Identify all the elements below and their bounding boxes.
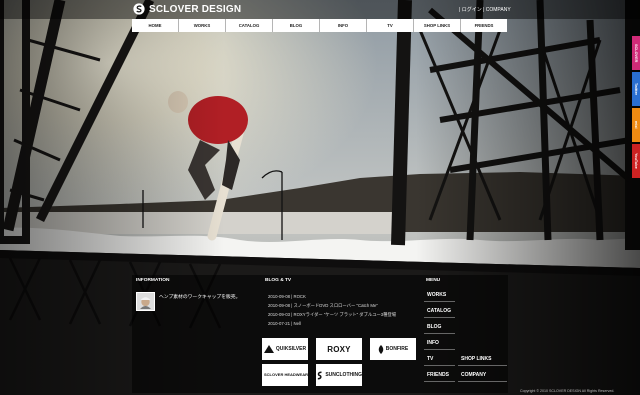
sun-wave-icon — [317, 371, 322, 379]
menu-catalog[interactable]: CATALOG — [424, 305, 455, 318]
main-nav: HOME WORKS CATALOG BLOG INFO TV SHOP LIN… — [132, 19, 507, 32]
blog-item[interactable]: 2010-09-08 | ROCK — [268, 292, 408, 301]
nav-info[interactable]: INFO — [320, 19, 367, 32]
brand-sunclothing[interactable]: SUNCLOTHING — [316, 364, 362, 386]
menu-company[interactable]: COMPANY — [458, 369, 507, 382]
blog-list: 2010-09-08 | ROCK 2010-09-08 | スノーボードDVD… — [268, 292, 408, 328]
brand-label: BONFIRE — [385, 346, 409, 352]
blog-item[interactable]: 2010-09-08 | スノーボードDVD スロローバー "Catch Me" — [268, 301, 408, 310]
brand-label: SUNCLOTHING — [325, 372, 362, 378]
side-tab-youtube[interactable]: YouTube — [632, 144, 640, 178]
nav-tv[interactable]: TV — [367, 19, 414, 32]
brand-sclover-headwear[interactable]: SCLOVER HEADWEAR — [262, 364, 308, 386]
menu-works[interactable]: WORKS — [424, 289, 455, 302]
nav-works[interactable]: WORKS — [179, 19, 226, 32]
footer-menu: WORKS CATALOG BLOG INFO TV SHOP LINKS FR… — [424, 289, 508, 385]
brand-bonfire[interactable]: BONFIRE — [370, 338, 416, 360]
menu-tv[interactable]: TV — [424, 353, 455, 366]
menu-info[interactable]: INFO — [424, 337, 455, 350]
menu-friends[interactable]: FRIENDS — [424, 369, 455, 382]
side-tab-mixi[interactable]: mixi — [632, 108, 640, 142]
nav-blog[interactable]: BLOG — [273, 19, 320, 32]
menu-blog[interactable]: BLOG — [424, 321, 455, 334]
brand-label: SCLOVER HEADWEAR — [264, 371, 309, 377]
nav-friends[interactable]: FRIENDS — [461, 19, 507, 32]
information-title: INFORMATION — [136, 278, 170, 283]
nav-shop-links[interactable]: SHOP LINKS — [414, 19, 461, 32]
nav-home[interactable]: HOME — [132, 19, 179, 32]
blog-tv-title: BLOG & TV — [265, 278, 292, 283]
copyright-text: Copyright © 2010 SCLOVER DESIGN All Righ… — [520, 389, 615, 393]
site-logo[interactable]: SCLOVER DESIGN — [133, 3, 241, 15]
brand-roxy[interactable]: ROXY — [316, 338, 362, 360]
nav-catalog[interactable]: CATALOG — [226, 19, 273, 32]
blog-item[interactable]: 2010-07-21 | Nell — [268, 319, 408, 328]
brand-quiksilver[interactable]: QUIKSILVER — [262, 338, 308, 360]
brand-label: QUIKSILVER — [275, 346, 307, 352]
wave-mountain-icon — [263, 345, 274, 353]
blog-item[interactable]: 2010-09-03 | ROXYライダー "ケーツ ブラット" ダブルユー3種… — [268, 310, 408, 319]
social-side-tabs: SCLOVER Twitter mixi YouTube — [632, 36, 640, 180]
header-bar: SCLOVER DESIGN | ログイン | COMPANY — [0, 0, 640, 19]
information-text[interactable]: ヘンプ素材のワークキャップを販売。 — [159, 293, 240, 300]
brand-label: ROXY — [327, 344, 351, 354]
side-tab-sclover[interactable]: SCLOVER — [632, 36, 640, 70]
side-tab-twitter[interactable]: Twitter — [632, 72, 640, 106]
person-cap-icon — [140, 297, 151, 309]
logo-text: SCLOVER DESIGN — [149, 3, 242, 15]
account-links[interactable]: | ログイン | COMPANY — [459, 6, 511, 13]
avatar — [136, 292, 155, 311]
menu-title: MENU — [426, 278, 441, 283]
flame-icon — [378, 344, 383, 354]
clover-logo-icon — [133, 3, 145, 15]
page: SCLOVER DESIGN | ログイン | COMPANY HOME WOR… — [0, 0, 640, 395]
menu-shop-links[interactable]: SHOP LINKS — [458, 353, 507, 366]
